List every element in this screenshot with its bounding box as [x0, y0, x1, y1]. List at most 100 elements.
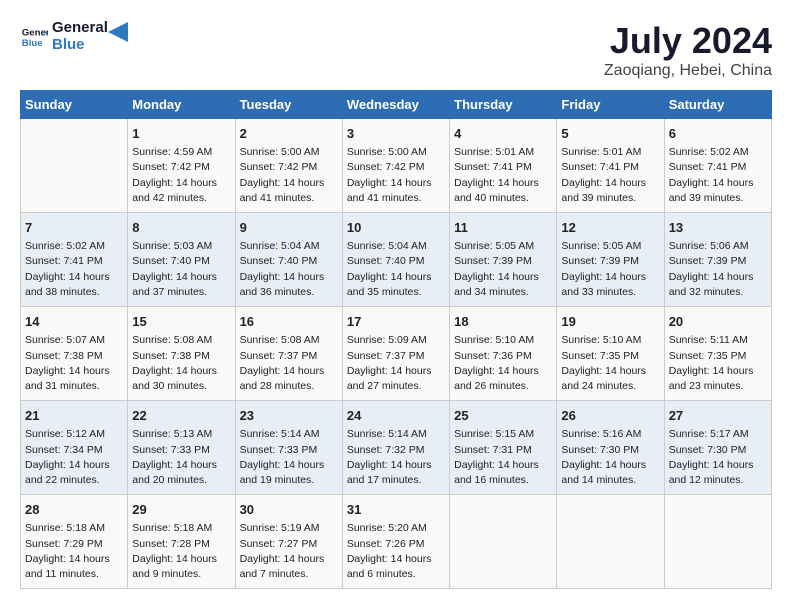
cell-2-4: 10Sunrise: 5:04 AMSunset: 7:40 PMDayligh…	[342, 213, 449, 307]
cell-3-1: 14 Sunrise: 5:07 AMSunset: 7:38 PMDayligh…	[21, 307, 128, 401]
day-number: 31	[347, 501, 445, 519]
day-info: Sunrise: 5:19 AMSunset: 7:27 PMDaylight:…	[240, 521, 338, 582]
day-info: Sunrise: 5:05 AMSunset: 7:39 PMDaylight:…	[561, 239, 659, 300]
col-header-sunday: Sunday	[21, 91, 128, 119]
day-number: 15	[132, 313, 230, 331]
day-info: Sunrise: 5:00 AMSunset: 7:42 PMDaylight:…	[347, 145, 445, 206]
subtitle: Zaoqiang, Hebei, China	[604, 62, 772, 80]
cell-3-6: 19 Sunrise: 5:10 AMSunset: 7:35 PMDayligh…	[557, 307, 664, 401]
day-number: 28	[25, 501, 123, 519]
day-info: Sunrise: 5:05 AMSunset: 7:39 PMDaylight:…	[454, 239, 552, 300]
day-info: Sunrise: 5:08 AMSunset: 7:38 PMDaylight:…	[132, 333, 230, 394]
day-number: 16	[240, 313, 338, 331]
day-info: Sunrise: 5:00 AMSunset: 7:42 PMDaylight:…	[240, 145, 338, 206]
day-number: 27	[669, 407, 767, 425]
week-row-4: 21Sunrise: 5:12 AMSunset: 7:34 PMDayligh…	[21, 401, 772, 495]
cell-4-1: 21Sunrise: 5:12 AMSunset: 7:34 PMDayligh…	[21, 401, 128, 495]
cell-5-5	[450, 495, 557, 589]
day-number: 12	[561, 219, 659, 237]
day-info: Sunrise: 5:02 AMSunset: 7:41 PMDaylight:…	[669, 145, 767, 206]
cell-2-6: 12 Sunrise: 5:05 AMSunset: 7:39 PMDayligh…	[557, 213, 664, 307]
day-number: 25	[454, 407, 552, 425]
cell-3-5: 18 Sunrise: 5:10 AMSunset: 7:36 PMDayligh…	[450, 307, 557, 401]
day-info: Sunrise: 5:13 AMSunset: 7:33 PMDaylight:…	[132, 427, 230, 488]
header-row: SundayMondayTuesdayWednesdayThursdayFrid…	[21, 91, 772, 119]
calendar-table: SundayMondayTuesdayWednesdayThursdayFrid…	[20, 90, 772, 589]
cell-5-2: 29Sunrise: 5:18 AMSunset: 7:28 PMDayligh…	[128, 495, 235, 589]
col-header-monday: Monday	[128, 91, 235, 119]
cell-1-3: 2 Sunrise: 5:00 AMSunset: 7:42 PMDaylight…	[235, 119, 342, 213]
day-info: Sunrise: 5:09 AMSunset: 7:37 PMDaylight:…	[347, 333, 445, 394]
cell-4-3: 23 Sunrise: 5:14 AMSunset: 7:33 PMDayligh…	[235, 401, 342, 495]
day-number: 18	[454, 313, 552, 331]
day-number: 7	[25, 219, 123, 237]
day-info: Sunrise: 5:14 AMSunset: 7:33 PMDaylight:…	[240, 427, 338, 488]
day-info: Sunrise: 5:08 AMSunset: 7:37 PMDaylight:…	[240, 333, 338, 394]
day-number: 9	[240, 219, 338, 237]
day-info: Sunrise: 5:14 AMSunset: 7:32 PMDaylight:…	[347, 427, 445, 488]
day-info: Sunrise: 5:01 AMSunset: 7:41 PMDaylight:…	[561, 145, 659, 206]
col-header-thursday: Thursday	[450, 91, 557, 119]
logo: General Blue General Blue	[20, 20, 128, 53]
day-info: Sunrise: 5:18 AMSunset: 7:29 PMDaylight:…	[25, 521, 123, 582]
cell-2-5: 11Sunrise: 5:05 AMSunset: 7:39 PMDayligh…	[450, 213, 557, 307]
cell-5-4: 31 Sunrise: 5:20 AMSunset: 7:26 PMDayligh…	[342, 495, 449, 589]
day-number: 29	[132, 501, 230, 519]
day-info: Sunrise: 5:04 AMSunset: 7:40 PMDaylight:…	[347, 239, 445, 300]
cell-3-7: 20Sunrise: 5:11 AMSunset: 7:35 PMDayligh…	[664, 307, 771, 401]
logo-arrow-icon	[108, 22, 128, 42]
day-info: Sunrise: 5:11 AMSunset: 7:35 PMDaylight:…	[669, 333, 767, 394]
day-number: 5	[561, 125, 659, 143]
day-number: 3	[347, 125, 445, 143]
day-info: Sunrise: 5:15 AMSunset: 7:31 PMDaylight:…	[454, 427, 552, 488]
cell-4-7: 27 Sunrise: 5:17 AMSunset: 7:30 PMDayligh…	[664, 401, 771, 495]
header: General Blue General Blue July 2024 Zaoq…	[20, 20, 772, 80]
day-info: Sunrise: 5:16 AMSunset: 7:30 PMDaylight:…	[561, 427, 659, 488]
col-header-tuesday: Tuesday	[235, 91, 342, 119]
day-number: 4	[454, 125, 552, 143]
cell-1-2: 1 Sunrise: 4:59 AMSunset: 7:42 PMDaylight…	[128, 119, 235, 213]
cell-2-3: 9Sunrise: 5:04 AMSunset: 7:40 PMDaylight…	[235, 213, 342, 307]
day-info: Sunrise: 5:03 AMSunset: 7:40 PMDaylight:…	[132, 239, 230, 300]
day-info: Sunrise: 5:17 AMSunset: 7:30 PMDaylight:…	[669, 427, 767, 488]
day-number: 26	[561, 407, 659, 425]
cell-4-4: 24Sunrise: 5:14 AMSunset: 7:32 PMDayligh…	[342, 401, 449, 495]
cell-4-2: 22 Sunrise: 5:13 AMSunset: 7:33 PMDayligh…	[128, 401, 235, 495]
day-info: Sunrise: 5:20 AMSunset: 7:26 PMDaylight:…	[347, 521, 445, 582]
cell-1-6: 5 Sunrise: 5:01 AMSunset: 7:41 PMDaylight…	[557, 119, 664, 213]
day-number: 30	[240, 501, 338, 519]
title-area: July 2024 Zaoqiang, Hebei, China	[604, 20, 772, 80]
logo-blue: Blue	[52, 37, 108, 54]
cell-1-7: 6Sunrise: 5:02 AMSunset: 7:41 PMDaylight…	[664, 119, 771, 213]
cell-4-5: 25 Sunrise: 5:15 AMSunset: 7:31 PMDayligh…	[450, 401, 557, 495]
svg-text:Blue: Blue	[22, 37, 43, 48]
week-row-2: 7 Sunrise: 5:02 AMSunset: 7:41 PMDaylight…	[21, 213, 772, 307]
day-info: Sunrise: 5:10 AMSunset: 7:35 PMDaylight:…	[561, 333, 659, 394]
day-number: 2	[240, 125, 338, 143]
cell-3-4: 17 Sunrise: 5:09 AMSunset: 7:37 PMDayligh…	[342, 307, 449, 401]
week-row-5: 28 Sunrise: 5:18 AMSunset: 7:29 PMDayligh…	[21, 495, 772, 589]
cell-1-1	[21, 119, 128, 213]
cell-3-3: 16 Sunrise: 5:08 AMSunset: 7:37 PMDayligh…	[235, 307, 342, 401]
day-number: 13	[669, 219, 767, 237]
day-info: Sunrise: 5:07 AMSunset: 7:38 PMDaylight:…	[25, 333, 123, 394]
day-number: 17	[347, 313, 445, 331]
day-info: Sunrise: 5:10 AMSunset: 7:36 PMDaylight:…	[454, 333, 552, 394]
day-number: 23	[240, 407, 338, 425]
cell-1-4: 3 Sunrise: 5:00 AMSunset: 7:42 PMDaylight…	[342, 119, 449, 213]
cell-3-2: 15 Sunrise: 5:08 AMSunset: 7:38 PMDayligh…	[128, 307, 235, 401]
day-info: Sunrise: 5:02 AMSunset: 7:41 PMDaylight:…	[25, 239, 123, 300]
cell-1-5: 4Sunrise: 5:01 AMSunset: 7:41 PMDaylight…	[450, 119, 557, 213]
cell-2-7: 13 Sunrise: 5:06 AMSunset: 7:39 PMDayligh…	[664, 213, 771, 307]
col-header-friday: Friday	[557, 91, 664, 119]
week-row-1: 1 Sunrise: 4:59 AMSunset: 7:42 PMDaylight…	[21, 119, 772, 213]
day-number: 19	[561, 313, 659, 331]
day-number: 1	[132, 125, 230, 143]
week-row-3: 14 Sunrise: 5:07 AMSunset: 7:38 PMDayligh…	[21, 307, 772, 401]
day-info: Sunrise: 5:06 AMSunset: 7:39 PMDaylight:…	[669, 239, 767, 300]
day-info: Sunrise: 4:59 AMSunset: 7:42 PMDaylight:…	[132, 145, 230, 206]
col-header-wednesday: Wednesday	[342, 91, 449, 119]
cell-5-1: 28 Sunrise: 5:18 AMSunset: 7:29 PMDayligh…	[21, 495, 128, 589]
day-number: 14	[25, 313, 123, 331]
day-number: 22	[132, 407, 230, 425]
